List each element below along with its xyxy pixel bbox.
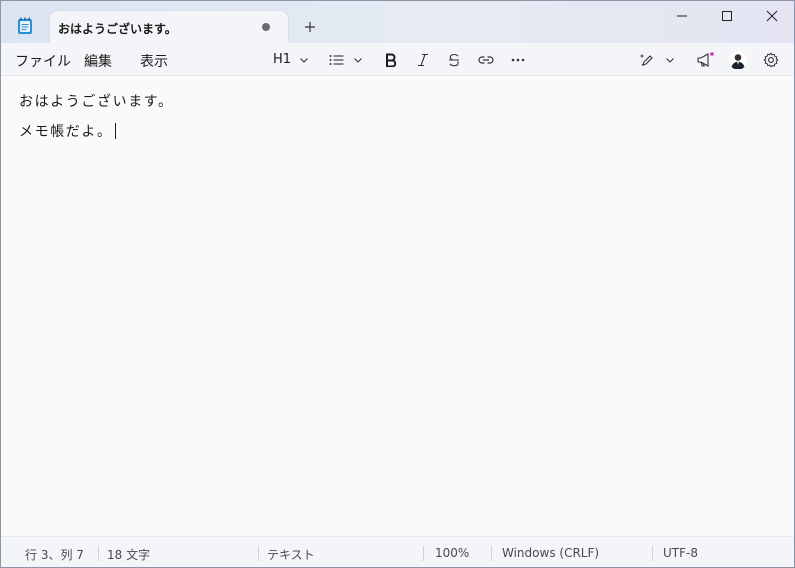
bold-icon xyxy=(386,53,397,67)
status-line-ending[interactable]: Windows (CRLF) xyxy=(502,546,599,560)
editor-line-2: メモ帳だよ。 xyxy=(19,121,116,141)
toolbar: ファイル 編集 表示 H1 xyxy=(1,43,794,76)
maximize-icon xyxy=(722,11,732,21)
editor-line-2-text: メモ帳だよ。 xyxy=(19,124,113,140)
bold-button[interactable] xyxy=(384,43,398,76)
italic-icon xyxy=(418,53,428,66)
account-avatar[interactable] xyxy=(729,43,747,76)
notepad-app-icon xyxy=(17,17,33,35)
more-icon xyxy=(511,58,525,61)
strikethrough-button[interactable] xyxy=(447,43,461,76)
bullet-list-icon xyxy=(329,54,344,65)
status-separator xyxy=(423,546,424,561)
list-dropdown[interactable] xyxy=(329,43,363,76)
whats-new-button[interactable] xyxy=(696,43,714,76)
close-button[interactable] xyxy=(749,1,794,31)
maximize-button[interactable] xyxy=(704,1,750,31)
menu-file[interactable]: ファイル xyxy=(15,51,71,71)
minimize-icon xyxy=(677,15,687,17)
status-zoom[interactable]: 100% xyxy=(435,546,469,560)
status-char-count: 18 文字 xyxy=(107,548,151,562)
status-separator xyxy=(258,546,259,561)
menu-view[interactable]: 表示 xyxy=(140,51,168,71)
status-encoding[interactable]: UTF-8 xyxy=(663,546,698,560)
text-caret xyxy=(114,123,116,139)
chevron-down-icon xyxy=(300,57,308,63)
close-icon xyxy=(766,10,778,22)
document-tab[interactable]: おはようございます。 xyxy=(50,11,288,44)
status-separator xyxy=(491,546,492,561)
minimize-button[interactable] xyxy=(659,1,705,31)
heading-label: H1 xyxy=(273,52,292,67)
link-icon xyxy=(478,55,494,64)
plus-icon xyxy=(305,22,315,32)
chevron-down-icon xyxy=(666,57,674,63)
italic-button[interactable] xyxy=(416,43,430,76)
tab-title: おはようございます。 xyxy=(58,22,177,36)
strikethrough-icon xyxy=(449,53,459,66)
status-separator xyxy=(652,546,653,561)
megaphone-icon xyxy=(697,51,714,67)
pen-sparkle-icon xyxy=(640,54,653,66)
notepad-window: おはようございます。 ファイル 編集 表示 H1 おはようございます。 メモ帳だ… xyxy=(0,0,795,568)
chevron-down-icon xyxy=(354,57,362,63)
settings-button[interactable] xyxy=(763,43,779,76)
unsaved-dot-icon[interactable] xyxy=(262,23,270,31)
menu-edit[interactable]: 編集 xyxy=(84,51,112,71)
text-editor[interactable]: おはようございます。 メモ帳だよ。 xyxy=(1,76,794,536)
link-button[interactable] xyxy=(478,43,494,76)
status-cursor-position: 行 3、列 7 xyxy=(25,548,84,562)
copilot-rewrite-dropdown[interactable] xyxy=(639,43,675,76)
new-tab-button[interactable] xyxy=(302,19,318,35)
status-bar: 行 3、列 7 18 文字 テキスト 100% Windows (CRLF) U… xyxy=(1,536,794,567)
gear-icon xyxy=(763,51,779,68)
status-separator xyxy=(98,546,99,561)
status-format[interactable]: テキスト xyxy=(267,546,315,563)
avatar-icon xyxy=(729,50,747,69)
more-options-button[interactable] xyxy=(511,43,525,76)
editor-line-1: おはようございます。 xyxy=(19,94,174,110)
title-bar: おはようございます。 xyxy=(1,1,794,44)
heading-dropdown[interactable]: H1 xyxy=(273,43,309,76)
